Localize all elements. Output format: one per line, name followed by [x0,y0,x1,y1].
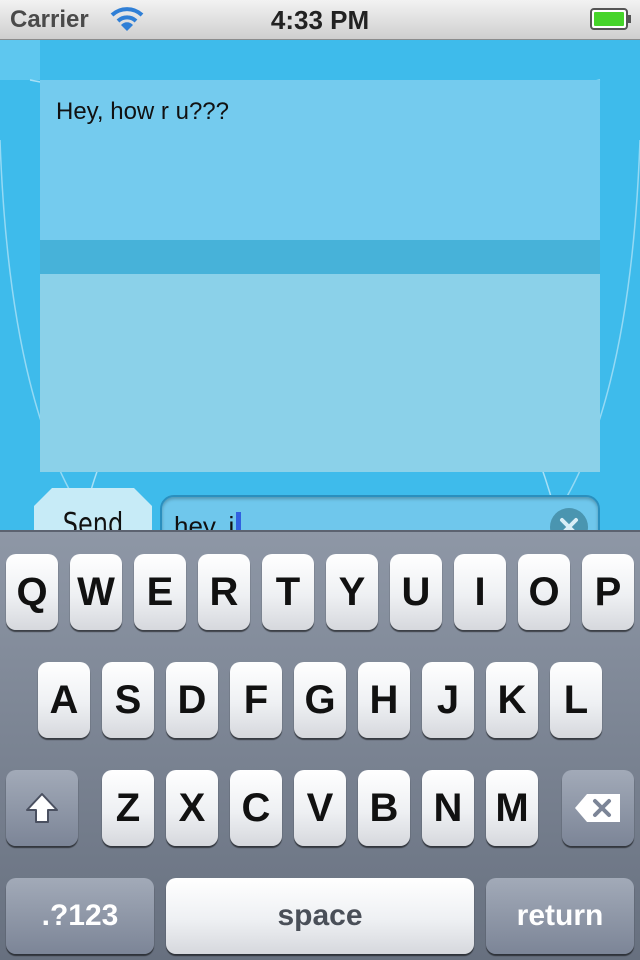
key-l[interactable]: L [550,662,602,738]
key-a[interactable]: A [38,662,90,738]
clock: 4:33 PM [270,5,370,35]
shift-key[interactable] [6,770,78,846]
key-q[interactable]: Q [6,554,58,630]
message-input[interactable]: hey, i [160,495,600,530]
key-z[interactable]: Z [102,770,154,846]
key-w[interactable]: W [70,554,122,630]
key-o[interactable]: O [518,554,570,630]
key-n[interactable]: N [422,770,474,846]
shift-arrow-icon [26,793,58,823]
key-y[interactable]: Y [326,554,378,630]
clear-x-icon [560,518,578,530]
key-t[interactable]: T [262,554,314,630]
battery-icon [590,8,631,30]
key-m[interactable]: M [486,770,538,846]
numbers-key[interactable]: .?123 [6,878,154,954]
key-r[interactable]: R [198,554,250,630]
message-list: Hey, how r u??? [40,80,600,472]
key-c[interactable]: C [230,770,282,846]
key-v[interactable]: V [294,770,346,846]
send-button[interactable]: Send [34,488,152,530]
key-x[interactable]: X [166,770,218,846]
received-message: Hey, how r u??? [56,98,229,125]
backspace-key[interactable] [562,770,634,846]
clear-text-icon[interactable] [550,508,588,530]
key-k[interactable]: K [486,662,538,738]
key-u[interactable]: U [390,554,442,630]
key-e[interactable]: E [134,554,186,630]
message-bubble: Hey, how r u??? [40,80,600,240]
message-input-value: hey, i [174,511,242,530]
key-h[interactable]: H [358,662,410,738]
key-p[interactable]: P [582,554,634,630]
key-g[interactable]: G [294,662,346,738]
input-text-value: hey, i [174,511,235,530]
chat-screen: Hey, how r u??? Send hey, i [0,40,640,530]
space-key[interactable]: space [166,878,474,954]
text-cursor [236,512,242,530]
key-j[interactable]: J [422,662,474,738]
message-divider [40,240,600,274]
key-f[interactable]: F [230,662,282,738]
backspace-icon [575,794,620,822]
status-bar: Carrier 4:33 PM [0,0,640,40]
return-key[interactable]: return [486,878,634,954]
key-b[interactable]: B [358,770,410,846]
keyboard: Q W E R T Y U I O P A S D F G H J K L Z … [0,530,640,960]
key-s[interactable]: S [102,662,154,738]
key-i[interactable]: I [454,554,506,630]
key-d[interactable]: D [166,662,218,738]
send-button-label: Send [62,507,124,530]
